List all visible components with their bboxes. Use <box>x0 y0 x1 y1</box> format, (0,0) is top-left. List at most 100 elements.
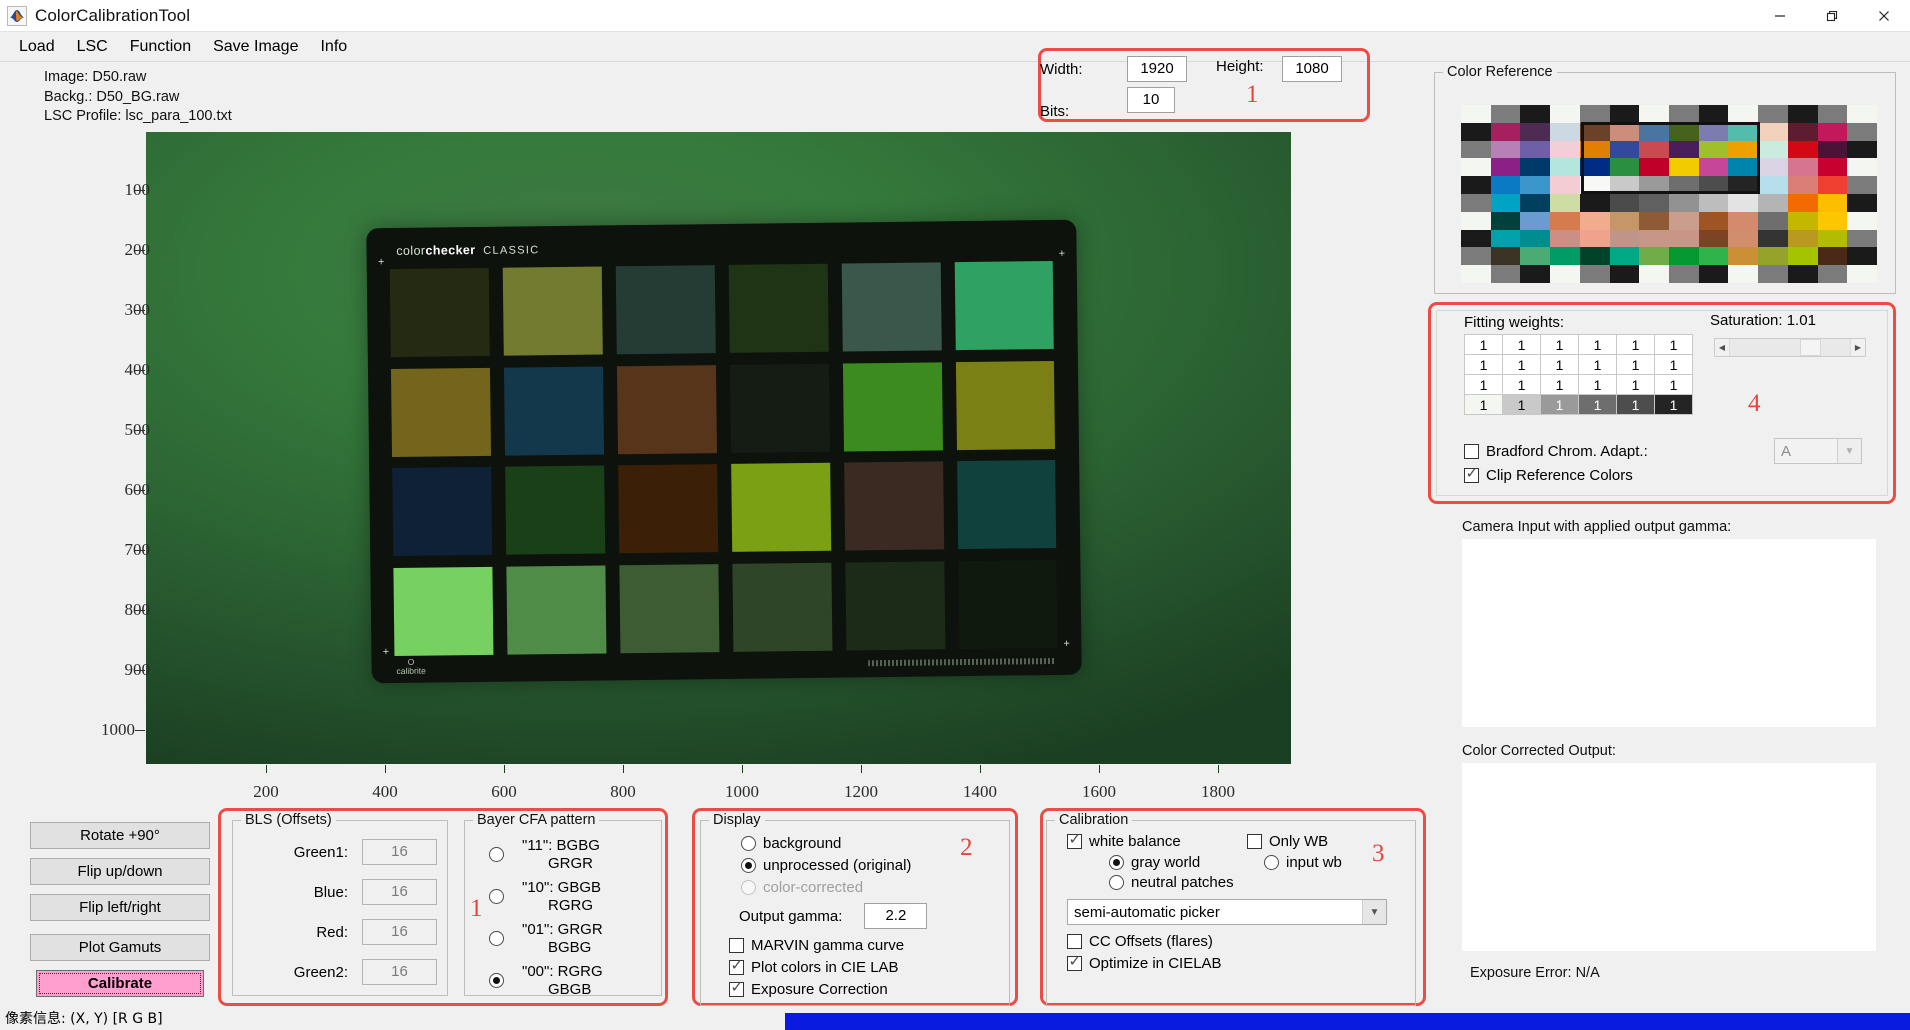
display-radio-background-row[interactable]: background <box>741 835 1009 852</box>
fitting-weight-cell[interactable]: 1 <box>1579 395 1617 415</box>
calibrate-button[interactable]: Calibrate <box>36 970 204 997</box>
color-reference-patch[interactable] <box>1728 230 1758 248</box>
fitting-weight-cell[interactable]: 1 <box>1465 355 1503 375</box>
bayer-radio-01[interactable] <box>489 931 504 946</box>
input-wb-radio[interactable] <box>1264 855 1279 870</box>
gray-world-radio[interactable] <box>1109 855 1124 870</box>
color-reference-patch[interactable] <box>1758 194 1788 212</box>
color-reference-patch[interactable] <box>1550 230 1580 248</box>
color-reference-patch[interactable] <box>1580 247 1610 265</box>
color-reference-patch[interactable] <box>1580 141 1610 159</box>
color-reference-patch[interactable] <box>1520 141 1550 159</box>
fitting-weight-cell[interactable]: 1 <box>1655 395 1693 415</box>
color-reference-patch[interactable] <box>1669 105 1699 123</box>
color-reference-patch[interactable] <box>1580 265 1610 283</box>
color-reference-patch[interactable] <box>1669 230 1699 248</box>
color-reference-patch[interactable] <box>1520 230 1550 248</box>
color-reference-patch[interactable] <box>1520 123 1550 141</box>
color-reference-patch[interactable] <box>1758 123 1788 141</box>
color-reference-patch[interactable] <box>1550 158 1580 176</box>
color-reference-patch[interactable] <box>1758 230 1788 248</box>
fitting-weight-cell[interactable]: 1 <box>1541 335 1579 355</box>
color-reference-patch[interactable] <box>1461 230 1491 248</box>
rotate-90-button[interactable]: Rotate +90° <box>30 822 210 849</box>
color-reference-patch[interactable] <box>1580 158 1610 176</box>
color-reference-patch[interactable] <box>1491 247 1521 265</box>
red-input[interactable]: 16 <box>362 919 437 945</box>
plot-gamuts-button[interactable]: Plot Gamuts <box>30 934 210 961</box>
menu-function[interactable]: Function <box>119 35 202 59</box>
color-reference-chart[interactable] <box>1461 105 1877 283</box>
color-reference-patch[interactable] <box>1788 176 1818 194</box>
fitting-weight-cell[interactable]: 1 <box>1655 355 1693 375</box>
color-reference-patch[interactable] <box>1669 176 1699 194</box>
color-reference-patch[interactable] <box>1461 212 1491 230</box>
fitting-weight-cell[interactable]: 1 <box>1503 395 1541 415</box>
color-reference-patch[interactable] <box>1491 123 1521 141</box>
color-reference-patch[interactable] <box>1610 158 1640 176</box>
fitting-weight-cell[interactable]: 1 <box>1465 335 1503 355</box>
color-reference-patch[interactable] <box>1639 105 1669 123</box>
color-reference-patch[interactable] <box>1669 123 1699 141</box>
color-reference-patch[interactable] <box>1550 141 1580 159</box>
color-reference-patch[interactable] <box>1610 123 1640 141</box>
color-reference-patch[interactable] <box>1491 176 1521 194</box>
only-wb-checkbox[interactable] <box>1247 834 1262 849</box>
color-reference-patch[interactable] <box>1788 105 1818 123</box>
output-gamma-input[interactable]: 2.2 <box>864 903 927 929</box>
color-reference-patch[interactable] <box>1758 265 1788 283</box>
color-reference-patch[interactable] <box>1788 247 1818 265</box>
color-reference-patch[interactable] <box>1491 265 1521 283</box>
color-reference-patch[interactable] <box>1520 158 1550 176</box>
color-reference-patch[interactable] <box>1847 247 1877 265</box>
white-balance-checkbox[interactable] <box>1067 834 1082 849</box>
camera-input-preview[interactable] <box>1462 539 1876 727</box>
color-reference-patch[interactable] <box>1669 247 1699 265</box>
exposure-correction-row[interactable]: Exposure Correction <box>729 981 1009 998</box>
color-reference-patch[interactable] <box>1550 123 1580 141</box>
color-reference-patch[interactable] <box>1610 265 1640 283</box>
bayer-radio-11[interactable] <box>489 847 504 862</box>
color-reference-patch[interactable] <box>1580 212 1610 230</box>
color-reference-patch[interactable] <box>1610 141 1640 159</box>
fitting-weight-cell[interactable]: 1 <box>1503 335 1541 355</box>
color-reference-patch[interactable] <box>1610 247 1640 265</box>
color-reference-patch[interactable] <box>1491 212 1521 230</box>
input-wb-row[interactable]: input wb <box>1264 854 1342 871</box>
color-reference-patch[interactable] <box>1580 230 1610 248</box>
color-reference-patch[interactable] <box>1728 123 1758 141</box>
color-reference-patch[interactable] <box>1847 265 1877 283</box>
fitting-weight-cell[interactable]: 1 <box>1655 335 1693 355</box>
blue-input[interactable]: 16 <box>362 879 437 905</box>
color-reference-patch[interactable] <box>1639 265 1669 283</box>
color-reference-patch[interactable] <box>1758 176 1788 194</box>
color-reference-patch[interactable] <box>1639 176 1669 194</box>
fitting-weight-cell[interactable]: 1 <box>1617 395 1655 415</box>
color-reference-patch[interactable] <box>1610 105 1640 123</box>
color-reference-patch[interactable] <box>1550 265 1580 283</box>
color-reference-patch[interactable] <box>1728 247 1758 265</box>
color-reference-patch[interactable] <box>1669 141 1699 159</box>
color-reference-patch[interactable] <box>1550 176 1580 194</box>
color-reference-patch[interactable] <box>1520 176 1550 194</box>
cc-offsets-row[interactable]: CC Offsets (flares) <box>1067 933 1415 950</box>
color-reference-patch[interactable] <box>1699 158 1729 176</box>
menu-lsc[interactable]: LSC <box>66 35 119 59</box>
color-reference-patch[interactable] <box>1461 158 1491 176</box>
color-reference-patch[interactable] <box>1639 123 1669 141</box>
color-reference-patch[interactable] <box>1461 123 1491 141</box>
color-reference-patch[interactable] <box>1847 176 1877 194</box>
bradford-checkbox[interactable] <box>1464 444 1479 459</box>
flip-leftright-button[interactable]: Flip left/right <box>30 894 210 921</box>
color-reference-patch[interactable] <box>1610 212 1640 230</box>
color-reference-patch[interactable] <box>1847 194 1877 212</box>
bits-input[interactable]: 10 <box>1127 87 1175 113</box>
exposure-correction-checkbox[interactable] <box>729 982 744 997</box>
color-reference-patch[interactable] <box>1580 105 1610 123</box>
optimize-cielab-row[interactable]: Optimize in CIELAB <box>1067 955 1415 972</box>
color-reference-patch[interactable] <box>1520 265 1550 283</box>
fitting-weight-cell[interactable]: 1 <box>1617 355 1655 375</box>
fitting-weight-cell[interactable]: 1 <box>1617 335 1655 355</box>
bayer-radio-00[interactable] <box>489 973 504 988</box>
color-reference-patch[interactable] <box>1461 105 1491 123</box>
